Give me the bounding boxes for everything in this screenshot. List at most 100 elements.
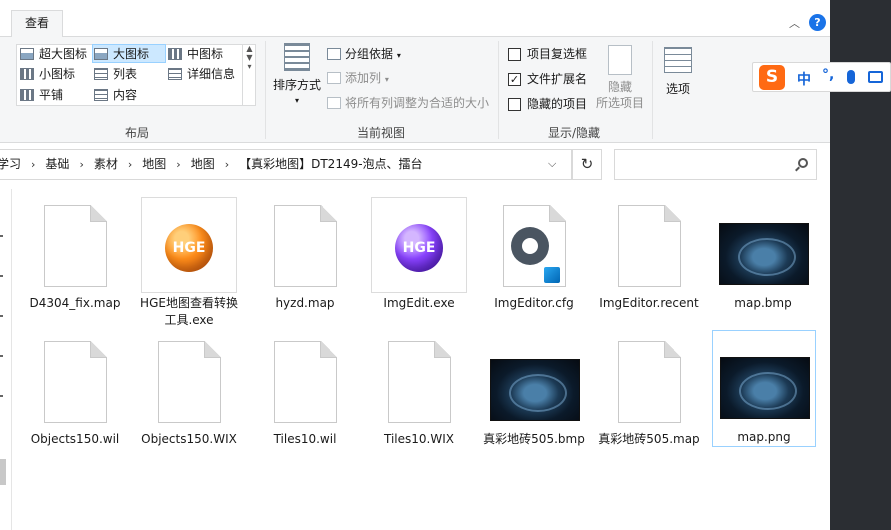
layout-extra-large-icons[interactable]: 超大图标 bbox=[19, 45, 87, 64]
ribbon: 超大图标 大图标 中图标 小图标 列表 详细信息 平铺 内容 ▲ ▼ ▾ 布局 排序… bbox=[0, 37, 830, 143]
layout-small-icons[interactable]: 小图标 bbox=[19, 65, 75, 84]
nav-tree-marker bbox=[0, 235, 3, 237]
collapse-ribbon-chevron-icon[interactable]: ︿ bbox=[789, 15, 800, 31]
search-icon bbox=[798, 158, 808, 168]
group-separator bbox=[265, 41, 266, 139]
file-item[interactable]: 真彩地砖505.map bbox=[597, 333, 701, 448]
vscode-icon bbox=[544, 267, 560, 283]
ime-logo-icon[interactable]: S bbox=[759, 65, 785, 90]
address-history-dropdown-icon[interactable]: ⌵ bbox=[548, 157, 556, 171]
document-icon bbox=[158, 341, 221, 423]
group-label-layout: 布局 bbox=[125, 126, 150, 140]
fit-columns-icon bbox=[327, 97, 341, 109]
hidden-items-checkbox[interactable] bbox=[508, 98, 521, 111]
address-bar[interactable]: 学习 › 基础 › 素材 › 地图 › 地图 › 【真彩地图】DT2149-泡点、擂台 bbox=[0, 149, 572, 180]
help-icon[interactable]: ? bbox=[809, 14, 826, 31]
extra-large-icons-icon bbox=[20, 48, 34, 60]
file-item[interactable]: Objects150.wil bbox=[23, 333, 127, 448]
sort-icon bbox=[284, 43, 310, 71]
ime-toolbar[interactable]: S 中 °, bbox=[752, 62, 891, 92]
keyboard-icon[interactable] bbox=[868, 71, 883, 83]
breadcrumb-item[interactable]: 【真彩地图】DT2149-泡点、擂台 bbox=[239, 150, 422, 179]
document-icon bbox=[618, 205, 681, 287]
item-checkboxes-toggle[interactable]: 项目复选框 bbox=[507, 45, 587, 64]
options-icon bbox=[664, 47, 692, 73]
breadcrumb-item[interactable]: 学习 bbox=[0, 150, 21, 179]
layout-large-icons[interactable]: 大图标 bbox=[92, 44, 166, 63]
nav-tree-marker bbox=[0, 395, 3, 397]
add-column-icon bbox=[327, 72, 341, 84]
file-item[interactable]: D4304_fix.map bbox=[23, 197, 127, 312]
file-item[interactable]: map.bmp bbox=[711, 197, 815, 312]
add-column-dropdown-icon: ▾ bbox=[384, 75, 389, 84]
file-item[interactable]: HGE HGE地图查看转换工具.exe bbox=[137, 197, 241, 329]
file-item-selected[interactable]: map.png bbox=[712, 330, 816, 447]
file-item[interactable]: Objects150.WIX bbox=[137, 333, 241, 448]
map-thumbnail bbox=[490, 359, 580, 421]
gear-icon bbox=[511, 227, 549, 265]
nav-scrollbar-thumb[interactable] bbox=[0, 459, 6, 485]
chevron-right-icon[interactable]: › bbox=[225, 158, 229, 171]
group-separator bbox=[498, 41, 499, 139]
file-item[interactable]: ImgEditor.recent bbox=[597, 197, 701, 312]
document-icon bbox=[274, 205, 337, 287]
layout-medium-icons[interactable]: 中图标 bbox=[167, 45, 223, 64]
document-icon bbox=[388, 341, 451, 423]
sort-by-button[interactable]: 排序方式 ▾ bbox=[271, 43, 323, 109]
file-extensions-checkbox[interactable]: ✓ bbox=[508, 73, 521, 86]
breadcrumb-item[interactable]: 地图 bbox=[191, 150, 215, 179]
group-by-button[interactable]: 分组依据 ▾ bbox=[325, 45, 401, 64]
file-extensions-toggle[interactable]: ✓ 文件扩展名 bbox=[507, 70, 587, 89]
breadcrumb-item[interactable]: 素材 bbox=[94, 150, 118, 179]
file-item[interactable]: ImgEditor.cfg bbox=[482, 197, 586, 312]
list-icon bbox=[94, 68, 108, 80]
refresh-button[interactable]: ↻ bbox=[572, 149, 602, 180]
options-button[interactable]: 选项 bbox=[660, 47, 696, 97]
chevron-right-icon[interactable]: › bbox=[31, 158, 35, 171]
group-label-current-view: 当前视图 bbox=[357, 126, 406, 140]
layout-details[interactable]: 详细信息 bbox=[167, 65, 235, 84]
document-icon bbox=[618, 341, 681, 423]
file-list: D4304_fix.map HGE HGE地图查看转换工具.exe hyzd.m… bbox=[13, 189, 830, 530]
layout-list[interactable]: 列表 bbox=[93, 65, 137, 84]
add-column-button[interactable]: 添加列 ▾ bbox=[325, 69, 389, 88]
file-item[interactable]: 真彩地砖505.bmp bbox=[482, 333, 586, 448]
large-icons-icon bbox=[94, 48, 108, 60]
layout-content[interactable]: 内容 bbox=[93, 86, 137, 105]
hge-app-icon: HGE bbox=[165, 224, 213, 272]
small-icons-icon bbox=[20, 68, 34, 80]
hge-app-icon: HGE bbox=[395, 224, 443, 272]
navigation-pane[interactable] bbox=[0, 189, 12, 530]
address-row: 学习 › 基础 › 素材 › 地图 › 地图 › 【真彩地图】DT2149-泡点、擂台 ⌵ ↻ bbox=[0, 143, 830, 189]
hide-selected-button[interactable]: 隐藏 所选项目 bbox=[592, 45, 648, 111]
file-item[interactable]: Tiles10.WIX bbox=[367, 333, 471, 448]
content-icon bbox=[94, 89, 108, 101]
breadcrumb-item[interactable]: 地图 bbox=[142, 150, 166, 179]
nav-tree-marker bbox=[0, 355, 3, 357]
layout-tiles[interactable]: 平铺 bbox=[19, 86, 63, 105]
fit-columns-button[interactable]: 将所有列调整为合适的大小 bbox=[325, 94, 489, 113]
sort-dropdown-icon: ▾ bbox=[294, 96, 299, 105]
file-item[interactable]: hyzd.map bbox=[253, 197, 357, 312]
microphone-icon[interactable] bbox=[847, 70, 855, 84]
tiles-icon bbox=[20, 89, 34, 101]
chevron-right-icon[interactable]: › bbox=[79, 158, 83, 171]
document-icon bbox=[274, 341, 337, 423]
nav-tree-marker bbox=[0, 315, 3, 317]
ime-mode-toggle[interactable]: 中 bbox=[797, 69, 811, 89]
group-separator bbox=[652, 41, 653, 139]
chevron-right-icon[interactable]: › bbox=[128, 158, 132, 171]
tab-view[interactable]: 查看 bbox=[11, 10, 63, 38]
chevron-right-icon[interactable]: › bbox=[176, 158, 180, 171]
item-checkboxes-checkbox[interactable] bbox=[508, 48, 521, 61]
map-thumbnail bbox=[720, 357, 810, 419]
group-label-show-hide: 显示/隐藏 bbox=[548, 126, 601, 140]
ime-punctuation-toggle[interactable]: °, bbox=[822, 67, 834, 83]
hidden-items-toggle[interactable]: 隐藏的项目 bbox=[507, 95, 587, 114]
file-item[interactable]: Tiles10.wil bbox=[253, 333, 357, 448]
file-item[interactable]: HGE ImgEdit.exe bbox=[367, 197, 471, 312]
breadcrumb-item[interactable]: 基础 bbox=[45, 150, 69, 179]
search-input[interactable] bbox=[614, 149, 817, 180]
layout-gallery-scroll[interactable]: ▲ ▼ ▾ bbox=[242, 44, 256, 106]
medium-icons-icon bbox=[168, 48, 182, 60]
